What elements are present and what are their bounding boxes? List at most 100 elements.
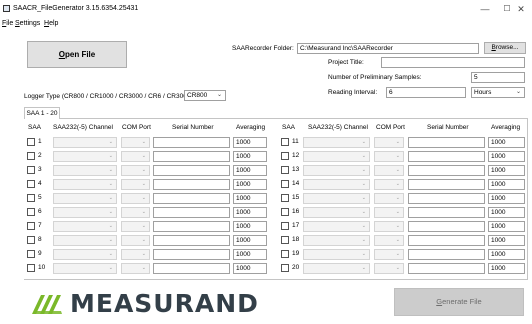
averaging-field[interactable]: 1000: [488, 263, 525, 274]
serial-number-field[interactable]: [408, 165, 485, 176]
averaging-field[interactable]: 1000: [488, 151, 525, 162]
averaging-field[interactable]: 1000: [233, 235, 267, 246]
serial-number-field[interactable]: [408, 179, 485, 190]
saa-checkbox[interactable]: [27, 180, 35, 188]
serial-number-field[interactable]: [408, 193, 485, 204]
saa-checkbox[interactable]: [27, 236, 35, 244]
channel-select[interactable]: ⌄: [53, 165, 117, 176]
serial-number-field[interactable]: [153, 179, 230, 190]
channel-select[interactable]: ⌄: [53, 235, 117, 246]
preliminary-samples-field[interactable]: 5: [471, 72, 525, 83]
com-port-select[interactable]: ⌄: [374, 207, 404, 218]
averaging-field[interactable]: 1000: [488, 249, 525, 260]
averaging-field[interactable]: 1000: [488, 193, 525, 204]
channel-select[interactable]: ⌄: [303, 263, 370, 274]
saa-checkbox[interactable]: [27, 222, 35, 230]
open-file-button[interactable]: Open File: [27, 41, 127, 68]
serial-number-field[interactable]: [153, 137, 230, 148]
channel-select[interactable]: ⌄: [303, 193, 370, 204]
saa-checkbox[interactable]: [281, 194, 289, 202]
serial-number-field[interactable]: [408, 221, 485, 232]
averaging-field[interactable]: 1000: [488, 207, 525, 218]
reading-interval-unit-select[interactable]: Hours ⌄: [471, 87, 525, 98]
saa-checkbox[interactable]: [27, 208, 35, 216]
serial-number-field[interactable]: [153, 165, 230, 176]
menu-settings[interactable]: Settings: [15, 20, 40, 27]
saa-checkbox[interactable]: [27, 152, 35, 160]
com-port-select[interactable]: ⌄: [121, 263, 150, 274]
com-port-select[interactable]: ⌄: [374, 235, 404, 246]
serial-number-field[interactable]: [153, 235, 230, 246]
com-port-select[interactable]: ⌄: [121, 193, 150, 204]
channel-select[interactable]: ⌄: [53, 207, 117, 218]
channel-select[interactable]: ⌄: [53, 179, 117, 190]
channel-select[interactable]: ⌄: [303, 221, 370, 232]
serial-number-field[interactable]: [408, 137, 485, 148]
averaging-field[interactable]: 1000: [233, 193, 267, 204]
com-port-select[interactable]: ⌄: [121, 235, 150, 246]
saa-checkbox[interactable]: [281, 236, 289, 244]
com-port-select[interactable]: ⌄: [374, 179, 404, 190]
saa-checkbox[interactable]: [281, 222, 289, 230]
saa-checkbox[interactable]: [281, 152, 289, 160]
serial-number-field[interactable]: [153, 221, 230, 232]
averaging-field[interactable]: 1000: [488, 165, 525, 176]
com-port-select[interactable]: ⌄: [374, 221, 404, 232]
channel-select[interactable]: ⌄: [303, 207, 370, 218]
channel-select[interactable]: ⌄: [53, 221, 117, 232]
tab-saa-1-20[interactable]: SAA 1 - 20: [24, 107, 60, 119]
com-port-select[interactable]: ⌄: [121, 221, 150, 232]
com-port-select[interactable]: ⌄: [374, 249, 404, 260]
averaging-field[interactable]: 1000: [233, 221, 267, 232]
serial-number-field[interactable]: [153, 207, 230, 218]
channel-select[interactable]: ⌄: [303, 165, 370, 176]
averaging-field[interactable]: 1000: [488, 179, 525, 190]
serial-number-field[interactable]: [408, 263, 485, 274]
com-port-select[interactable]: ⌄: [121, 137, 150, 148]
com-port-select[interactable]: ⌄: [374, 263, 404, 274]
saa-checkbox[interactable]: [27, 138, 35, 146]
recorder-folder-field[interactable]: C:\Measurand Inc\SAARecorder: [297, 43, 479, 54]
reading-interval-field[interactable]: 6: [386, 87, 466, 98]
averaging-field[interactable]: 1000: [233, 137, 267, 148]
saa-checkbox[interactable]: [281, 264, 289, 272]
com-port-select[interactable]: ⌄: [121, 151, 150, 162]
serial-number-field[interactable]: [153, 263, 230, 274]
channel-select[interactable]: ⌄: [53, 151, 117, 162]
serial-number-field[interactable]: [408, 235, 485, 246]
saa-checkbox[interactable]: [27, 166, 35, 174]
averaging-field[interactable]: 1000: [233, 249, 267, 260]
saa-checkbox[interactable]: [281, 180, 289, 188]
channel-select[interactable]: ⌄: [303, 151, 370, 162]
channel-select[interactable]: ⌄: [53, 137, 117, 148]
serial-number-field[interactable]: [153, 151, 230, 162]
com-port-select[interactable]: ⌄: [374, 151, 404, 162]
logger-type-select[interactable]: CR800 ⌄: [184, 90, 226, 101]
serial-number-field[interactable]: [153, 249, 230, 260]
averaging-field[interactable]: 1000: [488, 221, 525, 232]
minimize-button[interactable]: —: [474, 2, 496, 16]
averaging-field[interactable]: 1000: [233, 263, 267, 274]
channel-select[interactable]: ⌄: [303, 249, 370, 260]
channel-select[interactable]: ⌄: [53, 193, 117, 204]
saa-checkbox[interactable]: [281, 208, 289, 216]
project-title-field[interactable]: [381, 57, 525, 68]
menu-file[interactable]: File: [2, 20, 13, 27]
com-port-select[interactable]: ⌄: [374, 165, 404, 176]
serial-number-field[interactable]: [408, 151, 485, 162]
browse-button[interactable]: Browse...: [484, 42, 526, 54]
saa-checkbox[interactable]: [281, 250, 289, 258]
serial-number-field[interactable]: [153, 193, 230, 204]
channel-select[interactable]: ⌄: [53, 249, 117, 260]
com-port-select[interactable]: ⌄: [374, 137, 404, 148]
com-port-select[interactable]: ⌄: [121, 207, 150, 218]
channel-select[interactable]: ⌄: [303, 235, 370, 246]
averaging-field[interactable]: 1000: [233, 207, 267, 218]
averaging-field[interactable]: 1000: [233, 151, 267, 162]
saa-checkbox[interactable]: [281, 138, 289, 146]
com-port-select[interactable]: ⌄: [121, 165, 150, 176]
com-port-select[interactable]: ⌄: [121, 179, 150, 190]
saa-checkbox[interactable]: [27, 250, 35, 258]
com-port-select[interactable]: ⌄: [374, 193, 404, 204]
serial-number-field[interactable]: [408, 207, 485, 218]
